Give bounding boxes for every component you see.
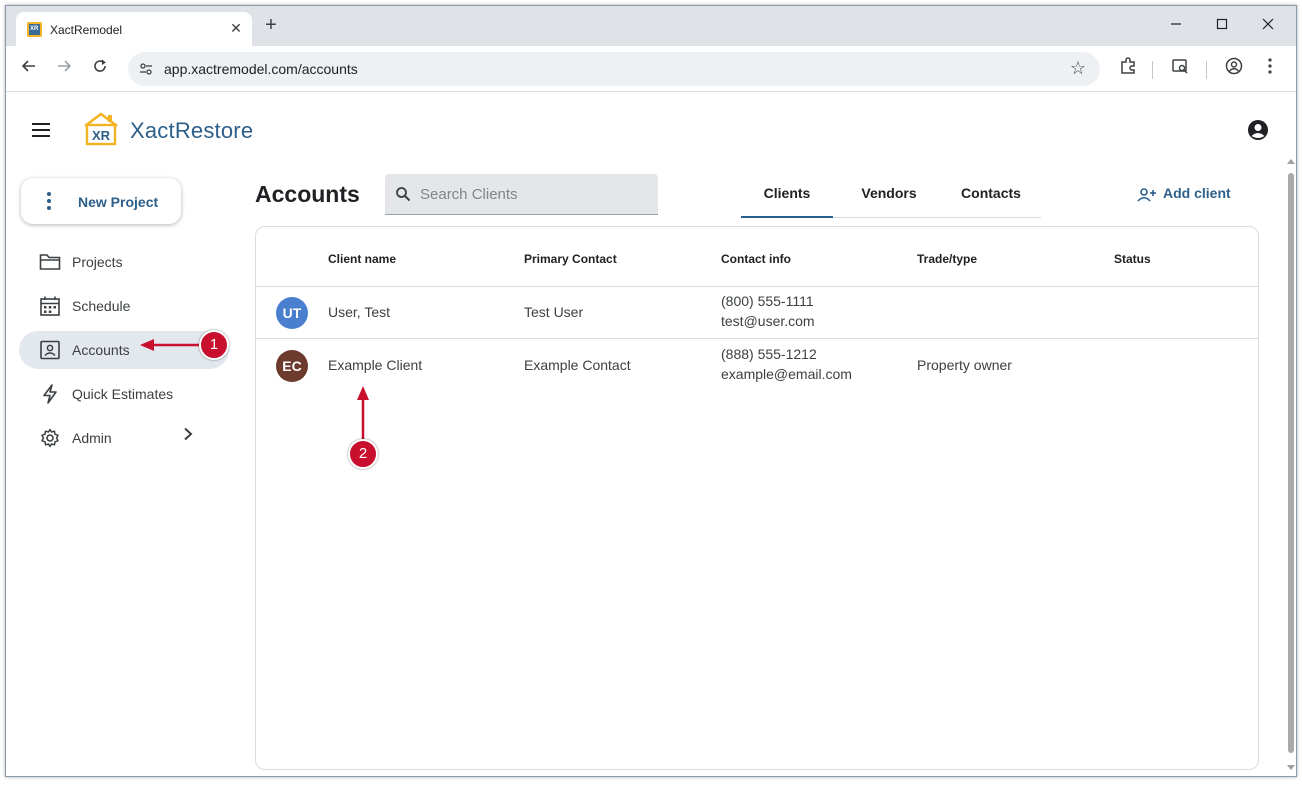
scroll-up-arrow-icon[interactable] [1287, 159, 1295, 164]
site-settings-icon[interactable] [138, 61, 154, 77]
contact-card-icon [39, 340, 61, 360]
avatar: EC [276, 350, 308, 382]
favicon-icon: XR [27, 22, 42, 37]
column-header-primary-contact[interactable]: Primary Contact [524, 252, 617, 266]
trade-type-cell: Property owner [917, 357, 1012, 373]
sidebar-item-label: Schedule [72, 298, 131, 314]
browser-menu-icon[interactable] [1258, 57, 1282, 81]
sidebar-item-projects[interactable]: Projects [19, 243, 229, 281]
toolbar-divider [1152, 61, 1153, 79]
scroll-down-arrow-icon[interactable] [1287, 765, 1295, 770]
back-arrow-icon[interactable] [17, 57, 41, 81]
xactrestore-logo: XR [82, 111, 120, 147]
tab-title: XactRemodel [50, 23, 123, 37]
sidebar-item-accounts[interactable]: Accounts [19, 331, 229, 369]
phone-cell: (800) 555-1111 [721, 293, 814, 309]
more-vertical-icon [47, 192, 51, 213]
user-account-icon[interactable] [1247, 119, 1269, 141]
bookmark-star-icon[interactable]: ☆ [1070, 58, 1086, 79]
sidebar-item-schedule[interactable]: Schedule [19, 287, 229, 325]
table-row[interactable]: EC Example Client Example Contact (888) … [256, 340, 1258, 392]
forward-arrow-icon[interactable] [52, 57, 76, 81]
add-person-icon [1137, 187, 1157, 203]
new-project-label: New Project [78, 194, 159, 210]
maximize-button[interactable] [1199, 14, 1245, 38]
tab-strip: XR XactRemodel ✕ + [6, 6, 1296, 46]
tab-vendors[interactable]: Vendors [843, 178, 935, 218]
toolbar-divider [1206, 61, 1207, 79]
address-bar[interactable]: app.xactremodel.com/accounts ☆ [128, 52, 1100, 86]
tab-clients[interactable]: Clients [741, 178, 833, 218]
reading-list-icon[interactable] [1168, 57, 1192, 81]
sidebar-item-quick-estimates[interactable]: Quick Estimates [19, 375, 229, 413]
sidebar-item-label: Quick Estimates [72, 386, 174, 402]
sidebar-item-admin[interactable]: Admin [19, 419, 229, 457]
profile-icon[interactable] [1222, 57, 1246, 81]
url-text[interactable]: app.xactremodel.com/accounts [164, 61, 358, 77]
folder-icon [39, 252, 61, 272]
avatar: UT [276, 297, 308, 329]
search-icon [395, 186, 411, 202]
client-name-cell[interactable]: User, Test [328, 304, 390, 320]
browser-window: XR XactRemodel ✕ + app.xactremodel.com/a… [5, 5, 1297, 777]
app-content: XR XactRestore New Project Projects Sche… [6, 93, 1284, 776]
bolt-icon [39, 384, 61, 404]
gear-icon [39, 428, 61, 448]
column-header-trade-type[interactable]: Trade/type [917, 252, 977, 266]
column-header-contact-info[interactable]: Contact info [721, 252, 791, 266]
new-tab-button[interactable]: + [260, 15, 282, 37]
search-placeholder: Search Clients [420, 186, 518, 203]
page-title: Accounts [255, 181, 360, 207]
table-row[interactable]: UT User, Test Test User (800) 555-1111 t… [256, 287, 1258, 339]
extensions-icon[interactable] [1116, 57, 1140, 81]
search-clients-input[interactable]: Search Clients [385, 174, 658, 215]
page-scrollbar[interactable] [1284, 93, 1296, 776]
chevron-right-icon[interactable] [183, 427, 193, 446]
browser-tab[interactable]: XR XactRemodel ✕ [16, 12, 252, 46]
sidebar-item-label: Accounts [72, 342, 130, 358]
account-tabs: Clients Vendors Contacts [741, 178, 1041, 218]
primary-contact-cell: Example Contact [524, 357, 631, 373]
brand-name: XactRestore [130, 118, 254, 143]
clients-table: Client name Primary Contact Contact info… [255, 226, 1259, 770]
email-cell: test@user.com [721, 313, 815, 329]
scrollbar-thumb[interactable] [1288, 173, 1294, 753]
sidebar-item-label: Projects [72, 254, 123, 270]
email-cell: example@email.com [721, 366, 852, 382]
calendar-icon [39, 296, 61, 316]
close-window-button[interactable] [1245, 14, 1291, 38]
svg-text:XR: XR [92, 128, 111, 143]
client-name-cell[interactable]: Example Client [328, 357, 422, 373]
phone-cell: (888) 555-1212 [721, 346, 817, 362]
new-project-button[interactable]: New Project [21, 178, 181, 224]
add-client-label: Add client [1163, 185, 1231, 201]
reload-icon[interactable] [88, 57, 112, 81]
primary-contact-cell: Test User [524, 304, 584, 320]
hamburger-menu-icon[interactable] [32, 123, 50, 137]
minimize-button[interactable] [1153, 14, 1199, 38]
column-header-status[interactable]: Status [1114, 252, 1151, 266]
browser-toolbar: app.xactremodel.com/accounts ☆ [6, 46, 1296, 92]
column-header-client-name[interactable]: Client name [328, 252, 396, 266]
sidebar-item-label: Admin [72, 430, 112, 446]
tab-contacts[interactable]: Contacts [945, 178, 1037, 218]
tab-close-icon[interactable]: ✕ [226, 18, 246, 38]
